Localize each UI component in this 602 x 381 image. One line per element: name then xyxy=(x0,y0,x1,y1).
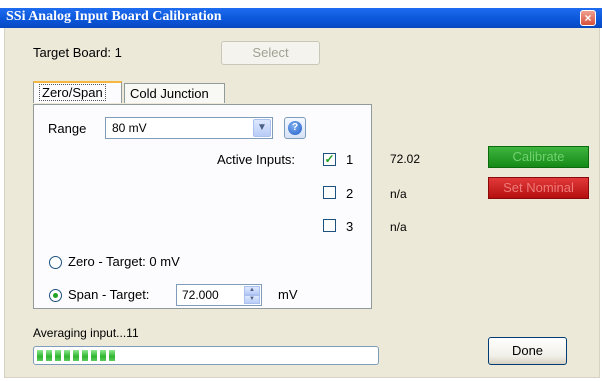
progress-segment xyxy=(73,350,79,361)
chevron-up-icon[interactable]: ▲ xyxy=(244,286,260,295)
range-label: Range xyxy=(48,121,87,136)
progress-segment xyxy=(64,350,70,361)
progress-segment xyxy=(46,350,52,361)
help-button[interactable]: ? xyxy=(284,117,306,139)
range-dropdown[interactable]: 80 mV ▼ xyxy=(105,117,273,139)
close-icon[interactable]: × xyxy=(580,10,596,26)
progress-segment xyxy=(91,350,97,361)
span-unit: mV xyxy=(278,287,298,302)
input-2-reading: n/a xyxy=(390,187,407,201)
input-1-label: 1 xyxy=(346,152,354,167)
span-value: 72.000 xyxy=(182,288,219,302)
done-button[interactable]: Done xyxy=(488,337,567,365)
input-3-checkbox[interactable] xyxy=(323,219,336,232)
set-nominal-button[interactable]: Set Nominal xyxy=(488,177,589,199)
spin-buttons[interactable]: ▲ ▼ xyxy=(244,286,260,304)
target-board-label: Target Board: 1 xyxy=(33,45,122,60)
progress-bar xyxy=(33,346,379,365)
progress-segment xyxy=(82,350,88,361)
range-value: 80 mV xyxy=(112,121,147,135)
chevron-down-icon[interactable]: ▼ xyxy=(244,295,260,304)
window-title: SSi Analog Input Board Calibration xyxy=(6,9,222,24)
zero-target-label: Zero - Target: 0 mV xyxy=(68,254,180,269)
zero-radio[interactable] xyxy=(49,256,62,269)
span-radio[interactable] xyxy=(49,289,62,302)
span-target-label: Span - Target: xyxy=(68,287,150,302)
status-text: Averaging input...11 xyxy=(33,326,139,340)
radio-selected-dot xyxy=(53,293,58,298)
progress-segment xyxy=(109,350,115,361)
help-icon: ? xyxy=(288,121,302,135)
progress-segment xyxy=(37,350,43,361)
span-value-stepper[interactable]: 72.000 ▲ ▼ xyxy=(176,284,262,306)
input-1-reading: 72.02 xyxy=(390,152,421,166)
select-button[interactable]: Select xyxy=(221,41,320,65)
tab-label: Cold Junction xyxy=(130,86,209,101)
title-bar[interactable]: SSi Analog Input Board Calibration × xyxy=(0,8,602,28)
input-1-checkbox[interactable]: ✓ xyxy=(323,153,336,166)
tab-label: Zero/Span xyxy=(39,84,106,101)
tab-zero-span[interactable]: Zero/Span xyxy=(33,81,122,103)
input-3-label: 3 xyxy=(346,219,354,234)
input-3-reading: n/a xyxy=(390,220,407,234)
progress-segment xyxy=(55,350,61,361)
progress-segment xyxy=(100,350,106,361)
calibration-window: SSi Analog Input Board Calibration × Tar… xyxy=(0,0,602,381)
chevron-down-icon[interactable]: ▼ xyxy=(253,119,271,137)
tab-cold-junction[interactable]: Cold Junction xyxy=(124,83,225,103)
active-inputs-label: Active Inputs: xyxy=(217,152,296,167)
input-2-checkbox[interactable] xyxy=(323,186,336,199)
input-2-label: 2 xyxy=(346,186,354,201)
calibrate-button[interactable]: Calibrate xyxy=(488,146,589,168)
